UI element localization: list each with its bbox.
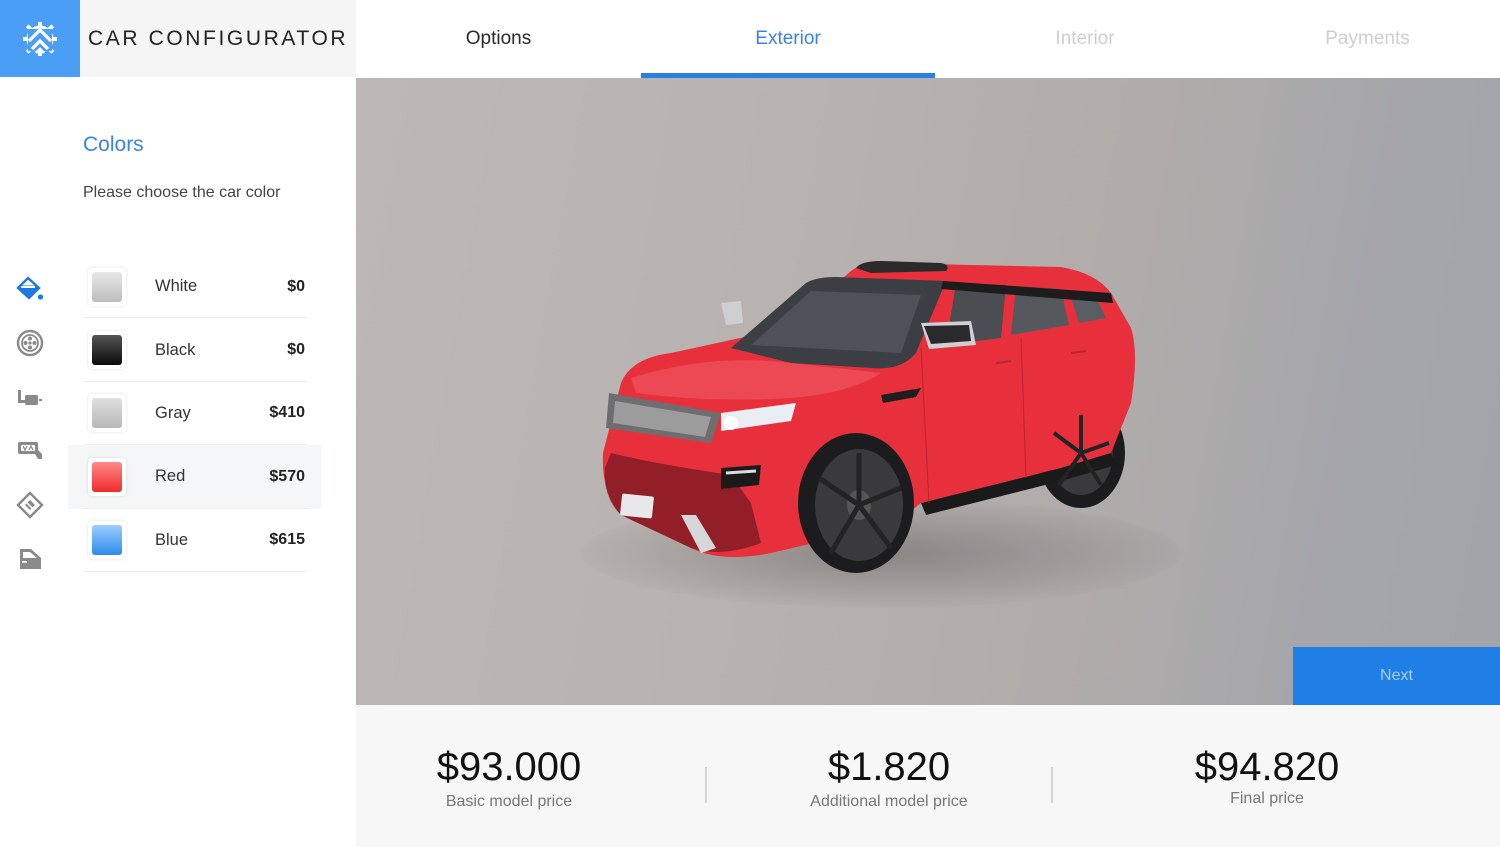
car-model-image[interactable] [591,253,1151,583]
car-door-icon[interactable] [12,532,48,586]
tag-icon[interactable] [12,478,48,532]
color-option-gray[interactable]: Gray $410 [68,382,321,446]
basic-price-value: $93.000 [436,745,582,789]
color-list: White $0 Black $0 Gray $410 Red $570 Blu… [68,255,321,573]
final-price-block: $94.820 Final price [1172,743,1362,808]
color-option-black[interactable]: Black $0 [68,318,321,383]
swatch-frame [88,331,126,370]
next-button[interactable]: Next [1293,647,1500,705]
tab-interior[interactable]: Interior [935,0,1235,78]
basic-price-block: $93.000 Basic model price [414,743,604,811]
mirror-icon[interactable] [12,424,48,478]
color-option-red[interactable]: Red $570 [68,445,321,509]
tab-label: Options [465,28,532,49]
tab-payments[interactable]: Payments [1235,0,1500,78]
color-price: $570 [269,467,305,485]
color-swatch [92,525,122,556]
color-name: White [155,277,198,296]
color-name: Gray [155,403,191,422]
final-price-value: $94.820 [1194,745,1340,789]
category-icon-rail [12,262,48,586]
tab-label: Exterior [755,28,821,49]
final-price-label: Final price [1230,790,1304,807]
color-name: Blue [155,530,189,549]
car-3d-viewer[interactable]: Next [356,78,1500,705]
tab-label: Payments [1325,28,1410,49]
wheel-icon[interactable] [12,316,48,370]
color-swatch [92,335,122,366]
tab-exterior[interactable]: Exterior [641,0,935,78]
gear-house-logo-icon[interactable] [0,0,80,77]
exhaust-icon[interactable] [12,370,48,424]
section-title: Colors [83,133,144,156]
paint-bucket-icon[interactable] [12,262,48,316]
swatch-frame [88,521,126,560]
price-summary-bar: $93.000 Basic model price $1.820 Additio… [356,705,1500,847]
price-divider [1051,767,1053,803]
tab-label: Interior [1055,28,1115,49]
basic-price-label: Basic model price [445,793,573,810]
color-swatch [92,461,122,492]
swatch-frame [88,394,126,433]
additional-price-label: Additional model price [810,793,968,810]
step-tabs: Options Exterior Interior Payments [356,0,1500,78]
additional-price-block: $1.820 Additional model price [784,743,994,811]
color-swatch [92,398,122,429]
section-subtitle: Please choose the car color [83,184,281,201]
swatch-frame [88,457,126,496]
price-divider [705,767,707,803]
additional-price-value: $1.820 [827,745,951,789]
color-option-blue[interactable]: Blue $615 [68,509,321,573]
color-price: $410 [269,404,305,422]
color-option-white[interactable]: White $0 [68,255,321,319]
color-price: $0 [287,341,305,359]
app-title: CAR CONFIGURATOR [88,26,349,50]
color-price: $615 [269,531,305,549]
brand-header: CAR CONFIGURATOR [0,0,356,77]
color-name: Black [155,340,196,359]
color-swatch [92,271,122,302]
swatch-frame [88,267,126,306]
options-sidebar: Colors Please choose the car color White… [0,77,356,847]
tab-options[interactable]: Options [356,0,641,78]
color-price: $0 [287,277,305,295]
color-name: Red [155,467,186,486]
